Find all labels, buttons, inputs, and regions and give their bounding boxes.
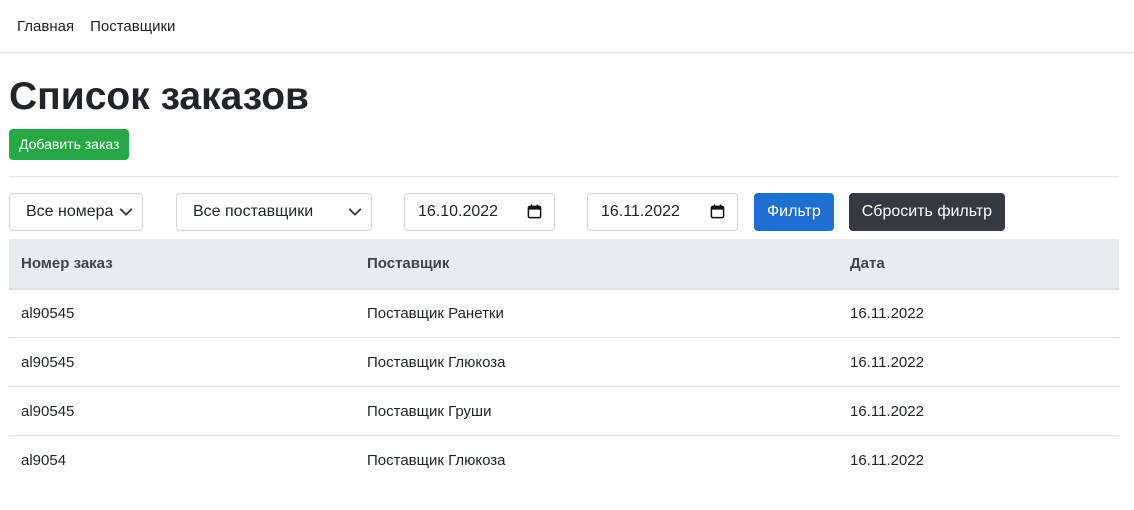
main-container: Список заказов Добавить заказ Все номера…	[0, 75, 1119, 485]
calendar-icon[interactable]	[710, 204, 725, 219]
orders-table: Номер заказ Поставщик Дата al90545 Поста…	[9, 238, 1119, 485]
cell-order-number: al90545	[9, 386, 355, 437]
date-to-value: 16.11.2022	[601, 202, 680, 220]
cell-supplier: Поставщик Ранетки	[355, 288, 838, 339]
cell-date: 16.11.2022	[838, 386, 1119, 437]
cell-date: 16.11.2022	[838, 337, 1119, 388]
chevron-down-icon	[119, 205, 133, 219]
supplier-select[interactable]: Все поставщики	[176, 192, 372, 231]
filter-bar: Все номера Все поставщики 16.10.2022 16.…	[9, 192, 1119, 231]
date-from-value: 16.10.2022	[418, 202, 499, 220]
table-header-row: Номер заказ Поставщик Дата	[9, 238, 1119, 290]
nav-link-suppliers[interactable]: Поставщики	[82, 19, 183, 34]
calendar-icon[interactable]	[527, 204, 542, 219]
cell-order-number: al90545	[9, 288, 355, 339]
date-to-input[interactable]: 16.11.2022	[587, 192, 738, 231]
date-from-input[interactable]: 16.10.2022	[404, 192, 555, 231]
cell-supplier: Поставщик Глюкоза	[355, 337, 838, 388]
table-row: al9054 Поставщик Глюкоза 16.11.2022	[9, 436, 1119, 485]
table-row: al90545 Поставщик Груши 16.11.2022	[9, 386, 1119, 437]
table-row: al90545 Поставщик Ранетки 16.11.2022	[9, 288, 1119, 339]
divider	[9, 175, 1119, 177]
cell-date: 16.11.2022	[838, 288, 1119, 339]
cell-supplier: Поставщик Груши	[355, 386, 838, 437]
add-order-button[interactable]: Добавить заказ	[9, 128, 130, 160]
cell-date: 16.11.2022	[850, 452, 924, 470]
supplier-select-value: Все поставщики	[193, 202, 314, 220]
table-row: al90545 Поставщик Глюкоза 16.11.2022	[9, 337, 1119, 388]
cell-order-number: al9054	[21, 452, 67, 470]
chevron-down-icon	[348, 205, 362, 219]
nav-link-home[interactable]: Главная	[9, 19, 82, 34]
order-number-select-value: Все номера	[26, 202, 114, 220]
reset-filter-button[interactable]: Сбросить фильтр	[848, 192, 1006, 231]
column-header-date: Дата	[838, 238, 1119, 290]
column-header-supplier: Поставщик	[355, 238, 838, 290]
top-navbar: Главная Поставщики	[0, 0, 1134, 53]
column-header-order-number: Номер заказ	[9, 238, 355, 290]
filter-button[interactable]: Фильтр	[754, 192, 834, 231]
cell-supplier: Поставщик Глюкоза	[367, 452, 506, 470]
page-title: Список заказов	[9, 75, 310, 118]
cell-order-number: al90545	[9, 337, 355, 388]
order-number-select[interactable]: Все номера	[9, 192, 143, 231]
